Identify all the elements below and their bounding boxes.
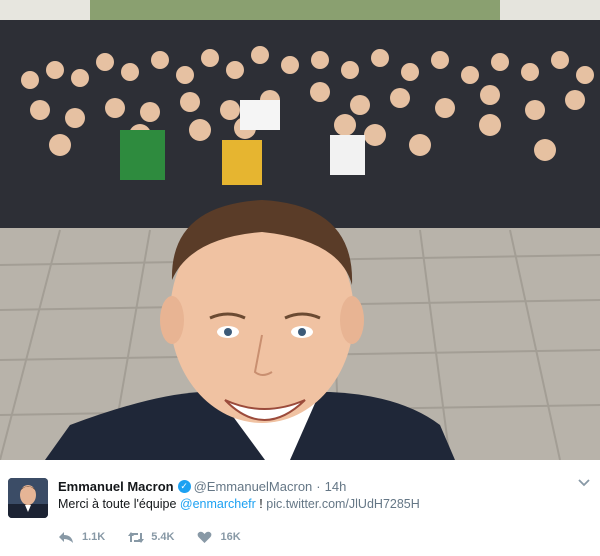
chevron-down-icon[interactable] [578,476,590,490]
retweet-count: 5.4K [151,531,175,543]
reply-button[interactable]: 1.1K [58,530,105,544]
tweet-card: Emmanuel Macron ✓ @EmmanuelMacron · 14h … [0,460,600,556]
verified-badge-icon: ✓ [177,480,191,493]
avatar[interactable] [8,478,48,518]
tweet-text: Merci à toute l'équipe @enmarchefr ! pic… [58,497,420,511]
tweet-actions: 1.1K 5.4K 16K [58,530,263,544]
tweet-header: Emmanuel Macron ✓ @EmmanuelMacron · 14h [58,479,346,494]
tweet-text-middle: ! [255,497,267,511]
mention-link[interactable]: @enmarchefr [180,497,256,511]
reply-icon [58,530,76,544]
tweet-photo[interactable] [0,0,600,460]
media-link[interactable]: pic.twitter.com/JlUdH7285H [266,497,420,511]
selfie-image [0,0,600,460]
separator: · [316,479,321,494]
like-button[interactable]: 16K [197,530,241,544]
tweet-text-prefix: Merci à toute l'équipe [58,497,180,511]
retweet-button[interactable]: 5.4K [127,530,175,544]
heart-icon [197,530,215,544]
retweet-icon [127,530,145,544]
like-count: 16K [220,531,241,543]
user-handle[interactable]: @EmmanuelMacron [194,479,313,494]
display-name[interactable]: Emmanuel Macron [58,479,174,494]
timestamp[interactable]: 14h [325,479,347,494]
reply-count: 1.1K [82,531,106,543]
